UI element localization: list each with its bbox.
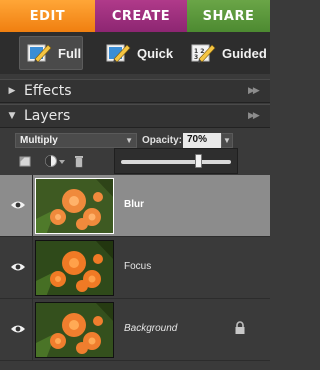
tab-edit[interactable]: EDIT: [0, 0, 95, 32]
adjustment-layer-icon[interactable]: [44, 154, 58, 168]
trash-icon[interactable]: [72, 154, 86, 168]
collapse-arrow-icon[interactable]: ▼: [0, 111, 24, 121]
guided-icon: 1 2 3: [191, 44, 216, 63]
layer-row-focus[interactable]: Focus: [0, 237, 270, 299]
effects-panel-header[interactable]: ▶ Effects ▶▶: [0, 79, 270, 103]
chevron-down-icon[interactable]: [58, 159, 66, 165]
mode-full-button[interactable]: Full: [19, 36, 83, 70]
edit-mode-bar: Full Quick 1 2 3 Guided: [0, 32, 270, 74]
mode-guided-label: Guided: [222, 45, 267, 61]
layers-list: Blur Focus Background: [0, 175, 270, 370]
eye-icon[interactable]: [10, 199, 26, 211]
mode-quick-label: Quick: [137, 45, 174, 61]
layer-divider: [32, 237, 33, 299]
opacity-slider-thumb[interactable]: [194, 154, 202, 168]
opacity-input[interactable]: 70%: [183, 133, 221, 148]
pencil-icon: [27, 44, 52, 63]
workspace-tabs: EDIT CREATE SHARE: [0, 0, 270, 32]
new-layer-icon[interactable]: [18, 154, 32, 168]
layer-thumbnail: [35, 240, 114, 296]
chevron-down-icon: ▼: [125, 136, 133, 145]
layers-panel-header[interactable]: ▼ Layers ▶▶: [0, 104, 270, 128]
mode-quick-button[interactable]: Quick: [105, 36, 173, 70]
opacity-slider-track[interactable]: [121, 160, 231, 164]
effects-panel-title: Effects: [24, 83, 72, 99]
layer-name: Blur: [124, 199, 144, 210]
opacity-dropdown-button[interactable]: ▼: [221, 133, 233, 148]
lock-icon: [235, 321, 245, 334]
flower-photo-thumbnail: [36, 179, 113, 233]
layer-name: Background: [124, 323, 178, 334]
tab-share[interactable]: SHARE: [187, 0, 270, 32]
flower-photo-thumbnail: [36, 303, 113, 357]
flower-photo-thumbnail: [36, 241, 113, 295]
layer-row-background[interactable]: Background: [0, 299, 270, 361]
layer-thumbnail: [35, 178, 114, 234]
mode-guided-button[interactable]: 1 2 3 Guided: [190, 36, 267, 70]
layer-divider: [32, 175, 33, 237]
layer-thumbnail: [35, 302, 114, 358]
pencil-icon: [106, 44, 131, 63]
opacity-slider-popup: [114, 148, 238, 174]
layer-name: Focus: [124, 261, 152, 272]
panel-menu-icon[interactable]: ▶▶: [248, 86, 270, 96]
eye-icon[interactable]: [10, 261, 26, 273]
expand-arrow-icon[interactable]: ▶: [0, 86, 24, 96]
tab-create[interactable]: CREATE: [95, 0, 187, 32]
opacity-label: Opacity:: [142, 135, 183, 146]
eye-icon[interactable]: [10, 323, 26, 335]
blend-mode-value: Multiply: [20, 135, 58, 146]
layers-panel-title: Layers: [24, 108, 71, 124]
blend-mode-select[interactable]: Multiply ▼: [15, 133, 137, 148]
mode-full-label: Full: [58, 45, 82, 61]
svg-text:3: 3: [194, 54, 198, 61]
layer-row-blur[interactable]: Blur: [0, 175, 270, 237]
layer-divider: [32, 299, 33, 361]
layer-controls: Multiply ▼ Opacity: 70% ▼: [0, 129, 270, 175]
panel-menu-icon[interactable]: ▶▶: [248, 111, 270, 121]
